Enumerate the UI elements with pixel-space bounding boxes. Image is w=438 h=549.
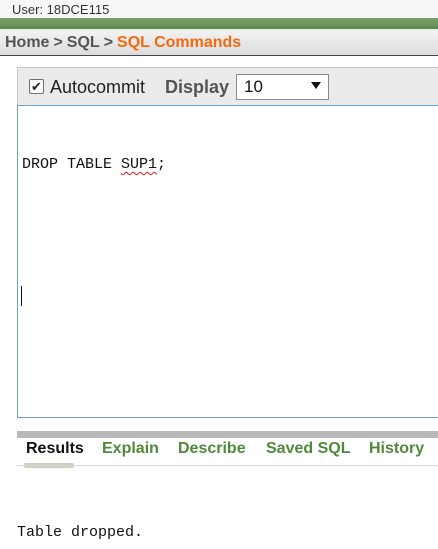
tab-explain[interactable]: Explain xyxy=(102,440,159,458)
tab-describe[interactable]: Describe xyxy=(178,440,246,458)
tabs-top-border xyxy=(17,431,438,438)
sql-editor[interactable]: DROP TABLE SUP1; xyxy=(17,105,438,418)
tabs-bottom-border xyxy=(17,465,438,466)
display-label: Display xyxy=(165,77,230,97)
breadcrumb-separator: > xyxy=(103,34,114,51)
command-toolbar: ✔ Autocommit Display 10 xyxy=(17,67,438,105)
sql-keywords: DROP TABLE xyxy=(22,156,122,173)
tab-history[interactable]: History xyxy=(369,440,424,458)
sql-text: DROP TABLE SUP1; xyxy=(22,156,166,173)
autocommit-checkbox[interactable]: ✔ xyxy=(29,79,44,94)
breadcrumb-current: SQL Commands xyxy=(117,34,242,51)
breadcrumb-separator: > xyxy=(53,34,63,51)
tab-saved-sql[interactable]: Saved SQL xyxy=(266,440,350,458)
sql-terminator: ; xyxy=(157,156,167,173)
chevron-down-icon xyxy=(311,82,321,89)
breadcrumb: Home > SQL > SQL Commands xyxy=(0,31,438,56)
text-caret xyxy=(21,286,22,306)
user-label: User: 18DCE115 xyxy=(0,0,438,18)
breadcrumb-sql[interactable]: SQL xyxy=(67,34,100,51)
display-value: 10 xyxy=(244,77,263,96)
sql-table-name: SUP1 xyxy=(121,156,158,173)
display-select[interactable]: 10 xyxy=(236,74,329,100)
autocommit-label: Autocommit xyxy=(50,77,146,97)
result-message: Table dropped. xyxy=(17,524,144,541)
tab-results[interactable]: Results xyxy=(26,440,84,458)
header-band xyxy=(0,18,438,29)
breadcrumb-home[interactable]: Home xyxy=(5,34,49,51)
results-tabs: Results Explain Describe Saved SQL Histo… xyxy=(17,438,438,464)
checkmark-icon: ✔ xyxy=(31,79,42,94)
